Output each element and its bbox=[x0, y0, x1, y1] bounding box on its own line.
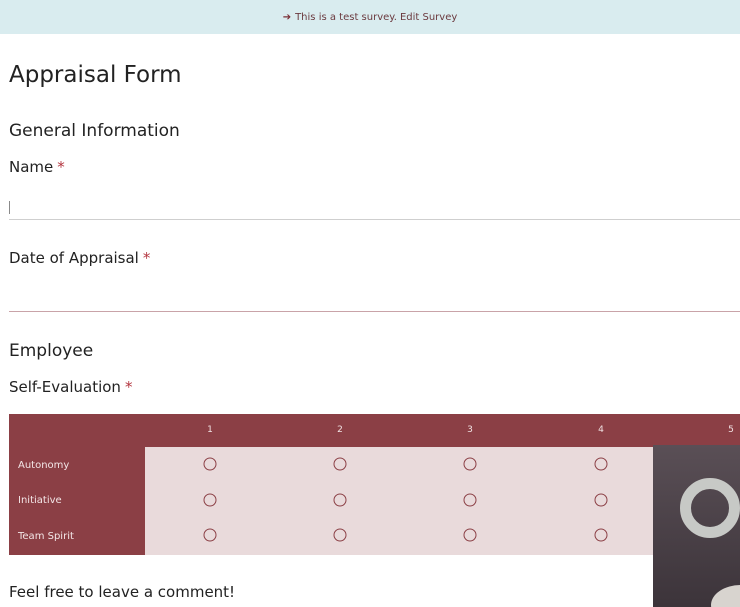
column-header-4: 4 bbox=[598, 425, 604, 435]
page-title: Appraisal Form bbox=[9, 62, 182, 88]
radio-autonomy-4[interactable] bbox=[594, 457, 608, 471]
arrow-right-icon: ➔ bbox=[282, 11, 292, 23]
date-label-text: Date of Appraisal bbox=[9, 249, 139, 267]
banner-text: This is a test survey. bbox=[295, 11, 397, 23]
radio-team-spirit-1[interactable] bbox=[203, 528, 217, 542]
edit-survey-link[interactable]: Edit Survey bbox=[400, 12, 457, 23]
required-asterisk: * bbox=[142, 249, 151, 267]
name-input[interactable] bbox=[9, 219, 740, 220]
matrix-row-labels: Autonomy Initiative Team Spirit bbox=[9, 447, 145, 555]
radio-initiative-4[interactable] bbox=[594, 493, 608, 507]
presenter-shape bbox=[711, 585, 740, 607]
self-evaluation-matrix: 1 2 3 4 5 Autonomy Initiative Team Spiri… bbox=[9, 414, 740, 555]
column-header-1: 1 bbox=[207, 425, 213, 435]
row-label-initiative: Initiative bbox=[18, 495, 62, 506]
comment-label: Feel free to leave a comment! bbox=[9, 583, 236, 601]
section-employee: Employee bbox=[9, 341, 94, 361]
column-header-3: 3 bbox=[467, 425, 473, 435]
section-general-information: General Information bbox=[9, 121, 180, 141]
radio-initiative-3[interactable] bbox=[463, 493, 477, 507]
radio-initiative-1[interactable] bbox=[203, 493, 217, 507]
name-label-text: Name bbox=[9, 158, 54, 176]
radio-initiative-2[interactable] bbox=[333, 493, 347, 507]
date-of-appraisal-label: Date of Appraisal * bbox=[9, 249, 150, 267]
self-evaluation-label-text: Self-Evaluation bbox=[9, 378, 121, 396]
radio-autonomy-2[interactable] bbox=[333, 457, 347, 471]
radio-team-spirit-2[interactable] bbox=[333, 528, 347, 542]
matrix-header: 1 2 3 4 5 bbox=[9, 414, 740, 447]
text-cursor bbox=[9, 201, 10, 214]
required-asterisk: * bbox=[57, 158, 65, 176]
column-header-2: 2 bbox=[337, 425, 343, 435]
radio-team-spirit-3[interactable] bbox=[463, 528, 477, 542]
radio-team-spirit-4[interactable] bbox=[594, 528, 608, 542]
test-survey-banner: ➔ This is a test survey. Edit Survey bbox=[0, 0, 740, 34]
radio-autonomy-1[interactable] bbox=[203, 457, 217, 471]
self-evaluation-label: Self-Evaluation * bbox=[9, 378, 132, 396]
date-of-appraisal-input[interactable] bbox=[9, 311, 740, 312]
row-label-team-spirit: Team Spirit bbox=[18, 531, 74, 542]
required-asterisk: * bbox=[124, 378, 133, 396]
name-label: Name * bbox=[9, 158, 65, 176]
webcam-overlay bbox=[653, 445, 740, 607]
column-header-5: 5 bbox=[728, 425, 734, 435]
radio-autonomy-3[interactable] bbox=[463, 457, 477, 471]
ring-graphic bbox=[680, 478, 740, 538]
row-label-autonomy: Autonomy bbox=[18, 460, 70, 471]
